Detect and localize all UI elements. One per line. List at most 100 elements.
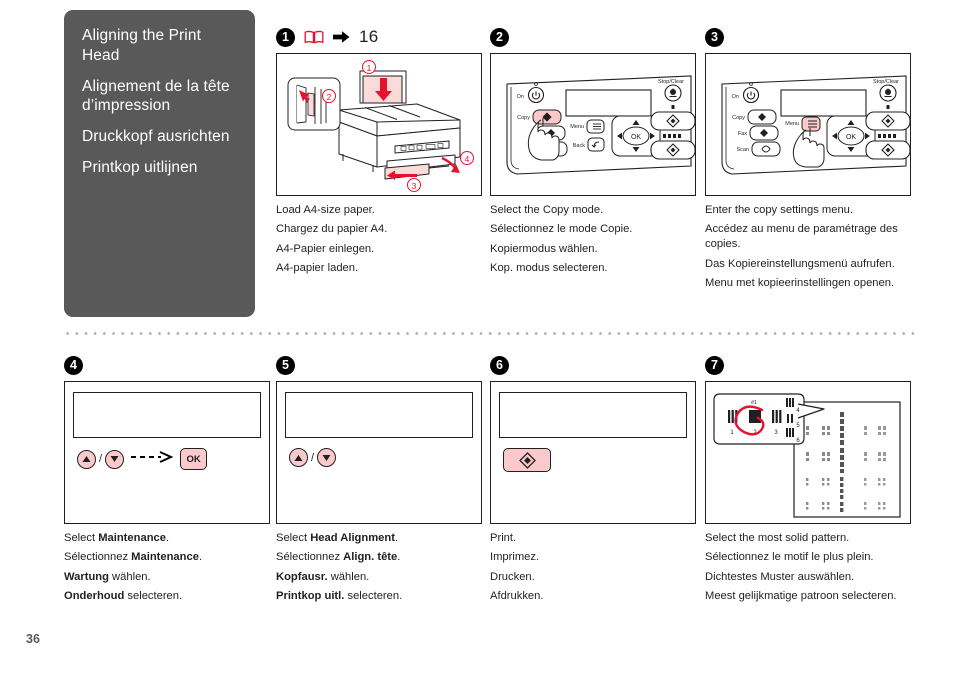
up-button[interactable] <box>289 448 308 467</box>
step-6: 6 4.Head Alignment Press the Color bu Pr… <box>490 352 696 609</box>
caption-line: A4-Papier einlegen. <box>276 242 375 255</box>
svg-text:Stop/Clear: Stop/Clear <box>873 79 899 85</box>
svg-text:Stop/Clear: Stop/Clear <box>658 79 684 85</box>
section-title-panel: Aligning the Print Head Alignement de la… <box>64 10 255 317</box>
lcd-screen: 4.Head Alignment Press the Color bu <box>285 392 473 438</box>
step-5-key-hints: / <box>289 448 473 467</box>
step-4-header: 4 <box>64 352 270 378</box>
step-6-badge: 6 <box>490 355 509 375</box>
section-title-nl: Printkop uitlijnen <box>82 159 198 177</box>
caption-line: Onderhoud selecteren. <box>64 590 183 603</box>
caption-line: Imprimez. <box>490 551 540 564</box>
svg-text:Menu: Menu <box>785 121 799 127</box>
caption-line: Select the most solid pattern. <box>705 532 850 544</box>
svg-text:Menu: Menu <box>570 124 584 130</box>
control-panel-menu-button-illustration: On Copy Fax Scan Menu OK Stop/Clear <box>705 53 911 196</box>
step-2-header: 2 <box>490 24 696 50</box>
step-1-caption: Load A4-size paper. Chargez du papier A4… <box>276 203 482 276</box>
caption-line: Sélectionnez Maintenance. <box>64 551 203 564</box>
control-panel-copy-button-illustration: On Copy Menu Back OK Stop/Clear <box>490 53 696 196</box>
step-5-badge: 5 <box>276 355 295 375</box>
step-5-caption: Select Head Alignment. Sélectionnez Alig… <box>276 531 482 604</box>
caption-line: Menu met kopieerinstellingen openen. <box>705 277 895 290</box>
caption-line: Chargez du papier A4. <box>276 223 388 236</box>
svg-text:3: 3 <box>412 181 417 191</box>
svg-text:Copy: Copy <box>517 115 530 121</box>
step-5-figure: 4.Head Alignment Press the Color bu / <box>276 381 482 524</box>
caption-line: Select Head Alignment. <box>276 532 399 544</box>
caption-line: Select the Copy mode. <box>490 204 604 216</box>
key-separator: / <box>311 451 315 464</box>
step-7-badge: 7 <box>705 355 724 375</box>
caption-line: Print. <box>490 532 517 544</box>
step-4-badge: 4 <box>64 355 83 375</box>
step-4-key-hints: / OK <box>77 448 261 470</box>
step-4: 4 11.Maintenance Press OK. / <box>64 352 270 609</box>
step-1: 1 16 1 2 3 4 Load A4-size paper. Chargez… <box>276 24 482 281</box>
caption-line: Kopiermodus wählen. <box>490 242 598 255</box>
step-1-header: 1 16 <box>276 24 482 50</box>
up-button[interactable] <box>77 449 96 469</box>
svg-text:4: 4 <box>465 154 470 164</box>
svg-text:OK: OK <box>631 134 641 141</box>
svg-text:#1: #1 <box>751 400 757 406</box>
step-3: 3 On Copy Fax Scan Menu OK Stop/Clear En… <box>705 24 916 295</box>
dashed-arrow-icon <box>130 450 174 468</box>
printer-load-paper-illustration: 1 2 3 4 <box>276 53 482 196</box>
step-3-badge: 3 <box>705 27 724 47</box>
step-4-caption: Select Maintenance. Sélectionnez Mainten… <box>64 531 270 604</box>
caption-line: Enter the copy settings menu. <box>705 204 854 216</box>
step-7: 7 #1 1 2 3 4 5 6 Select the most solid p… <box>705 352 916 609</box>
section-divider <box>63 332 916 335</box>
page-number: 36 <box>26 632 40 646</box>
svg-text:1: 1 <box>367 63 372 73</box>
caption-line: Kopfausr. wählen. <box>276 570 370 583</box>
section-title-en: Aligning the Print Head <box>82 27 201 64</box>
step-7-caption: Select the most solid pattern. Sélection… <box>705 531 916 604</box>
caption-line: Afdrukken. <box>490 590 544 603</box>
caption-line: Printkop uitl. selecteren. <box>276 590 403 603</box>
svg-text:On: On <box>517 94 524 100</box>
svg-text:On: On <box>732 94 739 100</box>
step-7-header: 7 <box>705 352 916 378</box>
step-4-figure: 11.Maintenance Press OK. / OK <box>64 381 270 524</box>
svg-text:Fax: Fax <box>738 131 747 137</box>
caption-line: Accédez au menu de paramétrage des copie… <box>705 223 898 251</box>
caption-line: Das Kopiereinstellungsmenü aufrufen. <box>705 257 895 270</box>
svg-text:OK: OK <box>846 134 856 141</box>
ok-button[interactable]: OK <box>180 448 208 470</box>
caption-line: Kop. modus selecteren. <box>490 262 608 275</box>
step-5: 5 4.Head Alignment Press the Color bu / … <box>276 352 482 609</box>
caption-line: Wartung wählen. <box>64 570 151 583</box>
svg-text:Scan: Scan <box>736 147 749 153</box>
alignment-pattern-sheet-illustration: #1 1 2 3 4 5 6 <box>705 381 911 524</box>
step-1-badge: 1 <box>276 27 295 47</box>
caption-line: Select Maintenance. <box>64 532 170 544</box>
step-2-caption: Select the Copy mode. Sélectionnez le mo… <box>490 203 696 276</box>
book-icon <box>304 30 324 44</box>
svg-text:Back: Back <box>573 143 585 149</box>
svg-text:Copy: Copy <box>732 115 745 121</box>
step-2: 2 On Copy Menu Back OK Stop/Clear Select… <box>490 24 696 281</box>
svg-text:2: 2 <box>327 92 332 102</box>
step-6-key-hints <box>503 448 687 472</box>
down-button[interactable] <box>317 448 337 467</box>
caption-line: Load A4-size paper. <box>276 204 375 216</box>
step-3-caption: Enter the copy settings menu. Accédez au… <box>705 203 916 291</box>
lcd-screen: 11.Maintenance Press OK. <box>73 392 261 438</box>
caption-line: Sélectionnez le motif le plus plein. <box>705 551 874 564</box>
caption-line: A4-papier laden. <box>276 262 359 275</box>
step-3-header: 3 <box>705 24 916 50</box>
key-separator: / <box>99 453 103 465</box>
caption-line: Sélectionnez Align. tête. <box>276 551 401 564</box>
reference-page-number: 16 <box>359 27 379 46</box>
step-6-header: 6 <box>490 352 696 378</box>
section-title-fr: Alignement de la tête d’impression <box>82 77 230 115</box>
right-arrow-icon <box>333 30 350 44</box>
step-2-badge: 2 <box>490 27 509 47</box>
lcd-screen: 4.Head Alignment Press the Color bu <box>499 392 687 438</box>
caption-line: Meest gelijkmatige patroon selecteren. <box>705 590 897 603</box>
caption-line: Sélectionnez le mode Copie. <box>490 223 633 236</box>
start-color-button[interactable] <box>503 448 551 472</box>
down-button[interactable] <box>105 449 125 469</box>
